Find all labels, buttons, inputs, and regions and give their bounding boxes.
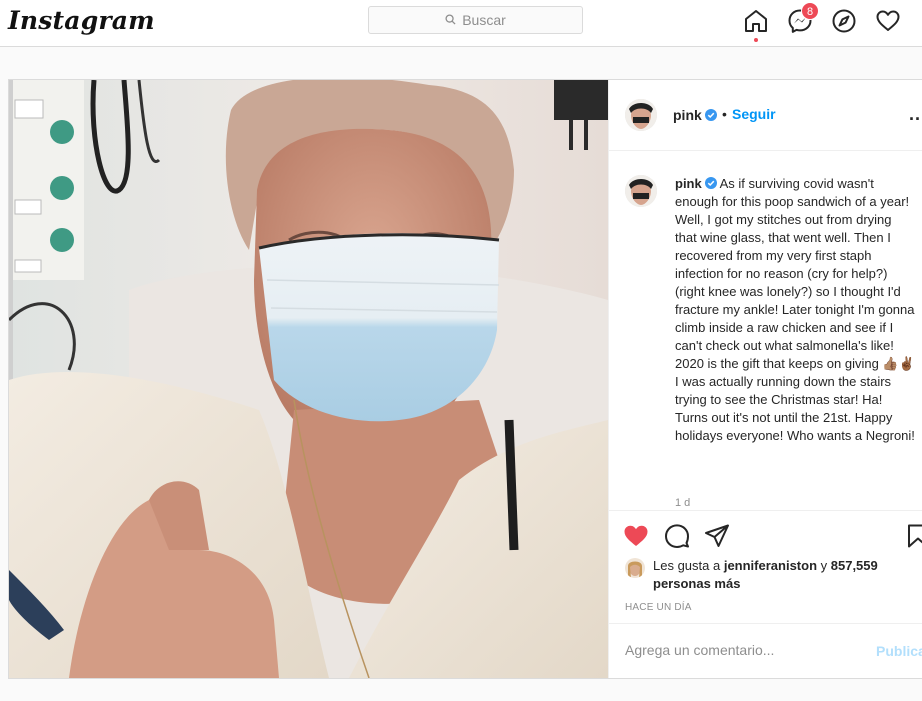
follow-button[interactable]: Seguir <box>732 106 776 122</box>
active-indicator <box>754 38 758 42</box>
separator-dot: • <box>722 106 727 122</box>
liker-username[interactable]: jenniferaniston <box>724 558 817 573</box>
instagram-logo[interactable]: Instagram <box>8 6 155 35</box>
verified-badge-icon <box>704 177 717 189</box>
post-caption: pink As if surviving covid wasn't enough… <box>675 175 915 445</box>
post-actions: Les gusta a jenniferaniston y 857,559 pe… <box>609 510 922 678</box>
post-header: pink • Seguir ... <box>609 80 922 151</box>
verified-badge-icon <box>704 109 717 121</box>
caption-time[interactable]: 1 d <box>675 497 690 509</box>
save-button[interactable] <box>905 523 922 549</box>
author-avatar[interactable] <box>625 99 657 131</box>
caption-author-avatar[interactable] <box>625 175 657 207</box>
paper-plane-icon <box>705 524 729 547</box>
messages-badge: 8 <box>801 2 819 20</box>
author-username[interactable]: pink <box>673 107 717 123</box>
like-button[interactable] <box>623 523 649 549</box>
home-icon[interactable] <box>743 8 769 42</box>
search-box[interactable]: Buscar <box>368 6 583 34</box>
search-placeholder: Buscar <box>462 12 506 28</box>
caption-username[interactable]: pink <box>675 176 702 191</box>
messenger-icon[interactable]: 8 <box>787 2 819 34</box>
comment-icon <box>665 524 689 548</box>
comments-section: pink As if surviving covid wasn't enough… <box>609 151 922 510</box>
publish-button[interactable]: Publicar <box>876 643 922 659</box>
post-photo[interactable] <box>9 80 608 678</box>
post-timestamp[interactable]: HACE UN DÍA <box>625 602 692 613</box>
heart-icon[interactable] <box>875 8 901 34</box>
add-comment-bar: Publicar <box>609 623 922 679</box>
comment-input[interactable] <box>625 642 855 658</box>
more-options-icon[interactable]: ... <box>909 104 922 125</box>
bookmark-icon <box>908 524 922 548</box>
likes-text: Les gusta a jenniferaniston y 857,559 pe… <box>653 558 878 591</box>
comment-button[interactable] <box>664 523 690 549</box>
explore-icon[interactable] <box>831 8 857 34</box>
search-icon <box>445 12 456 28</box>
top-navigation-bar: Instagram Buscar 8 <box>0 0 922 47</box>
post-sidebar: pink • Seguir ... pink As if surviving c… <box>608 80 922 678</box>
share-button[interactable] <box>704 523 730 549</box>
liker-avatar[interactable] <box>625 558 645 578</box>
filled-heart-icon <box>624 525 648 546</box>
post-card: pink • Seguir ... pink As if surviving c… <box>8 79 922 679</box>
caption-text: As if surviving covid wasn't enough for … <box>675 176 915 443</box>
